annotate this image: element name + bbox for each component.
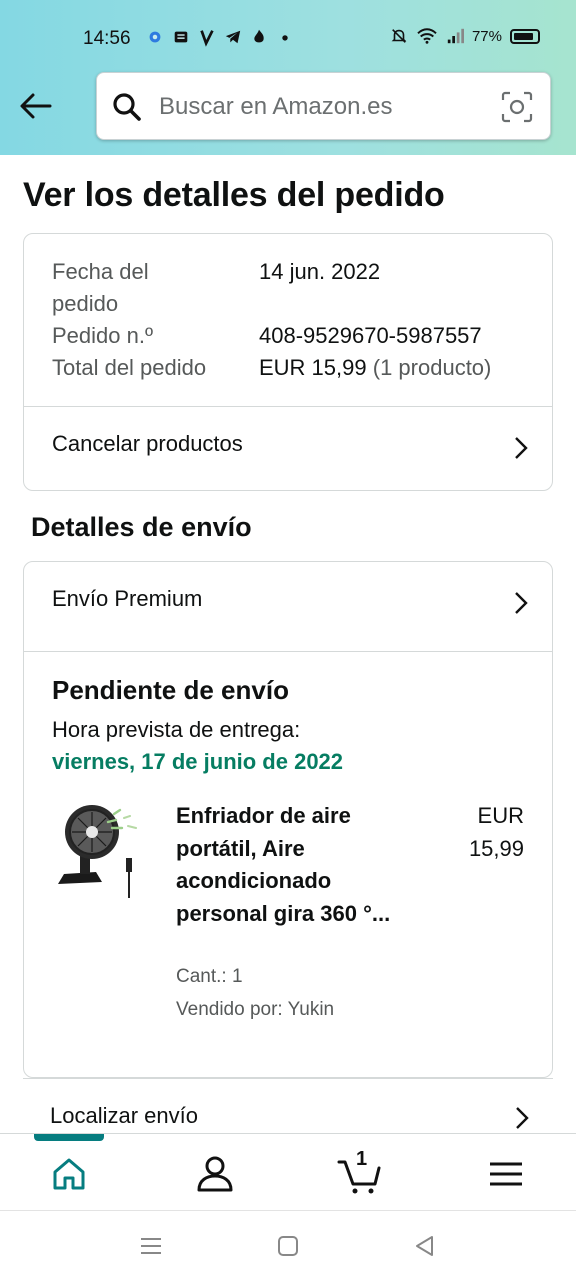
shipping-section-title: Detalles de envío (31, 512, 252, 542)
order-summary-card: Fecha del pedido 14 jun. 2022 Pedido n.º… (23, 233, 553, 491)
delivery-eta-date: viernes, 17 de junio de 2022 (52, 749, 344, 774)
home-icon[interactable] (47, 1152, 91, 1196)
search-input[interactable]: Buscar en Amazon.es (96, 72, 551, 140)
status-bar: 14:56 77% (0, 0, 576, 76)
shipping-method-label: Envío Premium (52, 586, 203, 611)
system-status: 77% (390, 27, 540, 45)
order-date-value: 14 jun. 2022 (259, 259, 381, 284)
product-seller: Vendido por: Yukin (176, 999, 335, 1020)
order-total-value: EUR 15,99 (1 producto) (259, 352, 491, 384)
telegram-icon (225, 30, 241, 44)
order-date-label-line2: pedido (52, 291, 119, 316)
back-arrow-icon[interactable] (18, 88, 54, 124)
recent-apps-icon[interactable] (138, 1233, 164, 1259)
product-quantity: Cant.: 1 (176, 966, 243, 987)
chevron-right-icon (515, 437, 528, 459)
back-button-icon[interactable] (412, 1233, 438, 1259)
system-navigation-bar (0, 1210, 576, 1280)
order-date-label-line1: Fecha del (52, 259, 149, 284)
product-image[interactable] (50, 798, 154, 906)
message-icon (174, 31, 188, 43)
dot-icon (282, 35, 288, 41)
search-icon[interactable] (111, 91, 143, 123)
bottom-navigation: 1 (0, 1133, 576, 1210)
active-tab-indicator (34, 1134, 104, 1141)
notification-icons (146, 27, 294, 47)
shipping-card: Envío Premium Pendiente de envío Hora pr… (23, 561, 553, 1078)
home-button-icon[interactable] (275, 1233, 301, 1259)
app-header: 14:56 77% Buscar en Amazon.es (0, 0, 576, 155)
flame-icon (254, 29, 264, 43)
shipment-status: Pendiente de envío (52, 675, 289, 705)
account-icon[interactable] (193, 1152, 237, 1196)
order-total-label: Total del pedido (52, 355, 207, 380)
cancel-products-link[interactable]: Cancelar productos (24, 407, 552, 489)
product-price-value: 15,99 (468, 835, 524, 861)
bell-muted-icon (391, 29, 407, 43)
gear-icon (149, 31, 161, 43)
chevron-right-icon (516, 1107, 529, 1129)
order-number-label: Pedido n.º (52, 323, 153, 348)
v-app-icon (200, 30, 214, 47)
battery-icon (510, 28, 540, 44)
product-price-currency: EUR (477, 803, 524, 828)
cart-count-badge: 1 (356, 1148, 368, 1170)
page-title: Ver los detalles del pedido (23, 176, 445, 214)
status-time: 14:56 (83, 28, 131, 49)
chevron-right-icon (515, 592, 528, 614)
wifi-icon (417, 28, 437, 44)
menu-icon[interactable] (484, 1152, 528, 1196)
order-total-items: (1 producto) (372, 355, 492, 380)
cancel-products-label: Cancelar productos (52, 431, 243, 456)
search-placeholder: Buscar en Amazon.es (159, 93, 393, 120)
track-package-link[interactable]: Localizar envío (23, 1078, 553, 1134)
product-title-link[interactable]: Enfriador de aire portátil, Aire acondic… (176, 800, 406, 930)
divider (24, 651, 552, 652)
order-total-amount: EUR 15,99 (259, 355, 367, 380)
signal-icon (447, 28, 464, 44)
shipping-method-link[interactable]: Envío Premium (24, 562, 552, 644)
camera-search-icon[interactable] (500, 90, 534, 124)
delivery-eta-label: Hora prevista de entrega: (52, 717, 301, 742)
order-number-value: 408-9529670-5987557 (259, 323, 482, 348)
product-price: EUR 15,99 (414, 800, 524, 865)
track-package-label: Localizar envío (50, 1103, 198, 1128)
battery-percent: 77% (471, 27, 502, 45)
